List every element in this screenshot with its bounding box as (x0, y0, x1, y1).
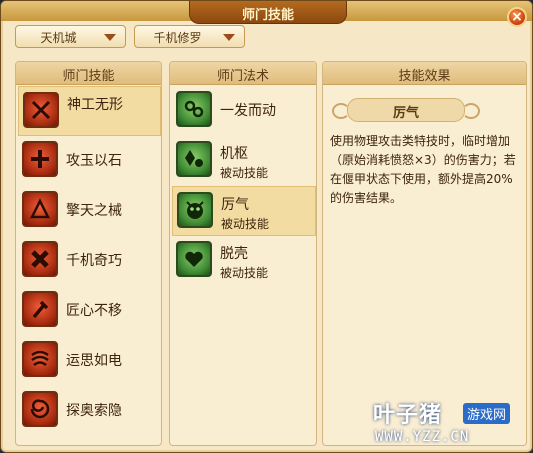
school-dropdown-label: 天机城 (40, 31, 77, 45)
spell-type: 被动技能 (220, 266, 269, 280)
school-skills-panel: 师门技能 神工无形 攻玉以石 擎天之械 千机奇巧 匠心不移 运思如电 探奥索隐 (15, 61, 162, 446)
hammer-icon (22, 291, 58, 327)
effect-skill-title: 厉气 (332, 98, 480, 122)
skill-row-4[interactable]: 匠心不移 (18, 286, 161, 336)
crossed-blades-icon (23, 92, 59, 128)
skill-name: 探奥索隐 (66, 403, 122, 419)
spell-row-1[interactable]: 机枢 被动技能 (172, 136, 316, 186)
skill-row-6[interactable]: 探奥索隐 (18, 386, 161, 436)
title-tab: 师门技能 (189, 1, 347, 24)
skill-name: 攻玉以石 (66, 153, 122, 169)
skill-row-5[interactable]: 运思如电 (18, 336, 161, 386)
cloud-ornament-icon (462, 103, 480, 119)
stone-cross-icon (22, 141, 58, 177)
school-spells-panel: 师门法术 一发而动 机枢 被动技能 厉气 被动技能 脱壳 被动技能 (169, 61, 317, 446)
spell-name: 厉气 (221, 197, 249, 213)
window-title: 师门技能 (241, 8, 294, 23)
spell-row-2[interactable]: 厉气 被动技能 (172, 186, 316, 236)
branch-dropdown-label: 千机修罗 (153, 31, 202, 45)
school-skills-header-label: 师门技能 (62, 69, 115, 84)
school-dropdown[interactable]: 天机城 (15, 25, 126, 48)
chevron-down-icon (104, 34, 116, 41)
watermark-url: WWW.YZZ.CN (375, 429, 470, 445)
watermark-brand: 叶子猪 (373, 403, 443, 428)
school-skills-header: 师门技能 (16, 62, 161, 85)
skills-window: 师门技能 × 天机城 千机修罗 师门技能 神工无形 攻玉以石 擎天之械 千机奇巧… (0, 0, 533, 453)
mechanism-icon (22, 191, 58, 227)
school-spells-header-label: 师门法术 (216, 69, 269, 84)
skill-row-1[interactable]: 攻玉以石 (18, 136, 161, 186)
fierce-face-icon (177, 192, 213, 228)
skill-row-2[interactable]: 擎天之械 (18, 186, 161, 236)
skill-name: 神工无形 (67, 97, 123, 113)
spell-name: 一发而动 (220, 103, 276, 119)
effect-skill-name: 厉气 (392, 106, 419, 121)
vortex-icon (22, 391, 58, 427)
skill-effect-header-label: 技能效果 (398, 69, 451, 84)
swirl-icon (22, 341, 58, 377)
gears-icon (176, 91, 212, 127)
spell-name: 脱壳 (220, 246, 248, 262)
spell-row-0[interactable]: 一发而动 (172, 86, 316, 136)
watermark: 叶子猪 游戏网 WWW.YZZ.CN (373, 397, 532, 452)
chevron-down-icon (223, 34, 235, 41)
skill-name: 匠心不移 (66, 303, 122, 319)
heart-shell-icon (176, 241, 212, 277)
skill-effect-header: 技能效果 (323, 62, 526, 85)
skill-row-0[interactable]: 神工无形 (18, 86, 161, 136)
crystal-icon (176, 141, 212, 177)
spell-type: 被动技能 (221, 217, 270, 231)
spell-name: 机枢 (220, 146, 248, 162)
skill-effect-panel: 技能效果 厉气 使用物理攻击类特技时，临时增加（原始消耗愤怒×3）的伤害力；若在… (322, 61, 527, 446)
watermark-tag: 游戏网 (463, 403, 511, 424)
skill-name: 运思如电 (66, 353, 122, 369)
spell-type: 被动技能 (220, 166, 269, 180)
school-spells-header: 师门法术 (170, 62, 316, 85)
effect-description: 使用物理攻击类特技时，临时增加（原始消耗愤怒×3）的伤害力；若在偃甲状态下使用，… (330, 134, 516, 205)
x-cross-icon (22, 241, 58, 277)
spell-row-3[interactable]: 脱壳 被动技能 (172, 236, 316, 286)
skill-row-3[interactable]: 千机奇巧 (18, 236, 161, 286)
skill-name: 千机奇巧 (66, 253, 122, 269)
skill-name: 擎天之械 (66, 203, 122, 219)
branch-dropdown[interactable]: 千机修罗 (134, 25, 245, 48)
close-button[interactable]: × (507, 7, 527, 27)
